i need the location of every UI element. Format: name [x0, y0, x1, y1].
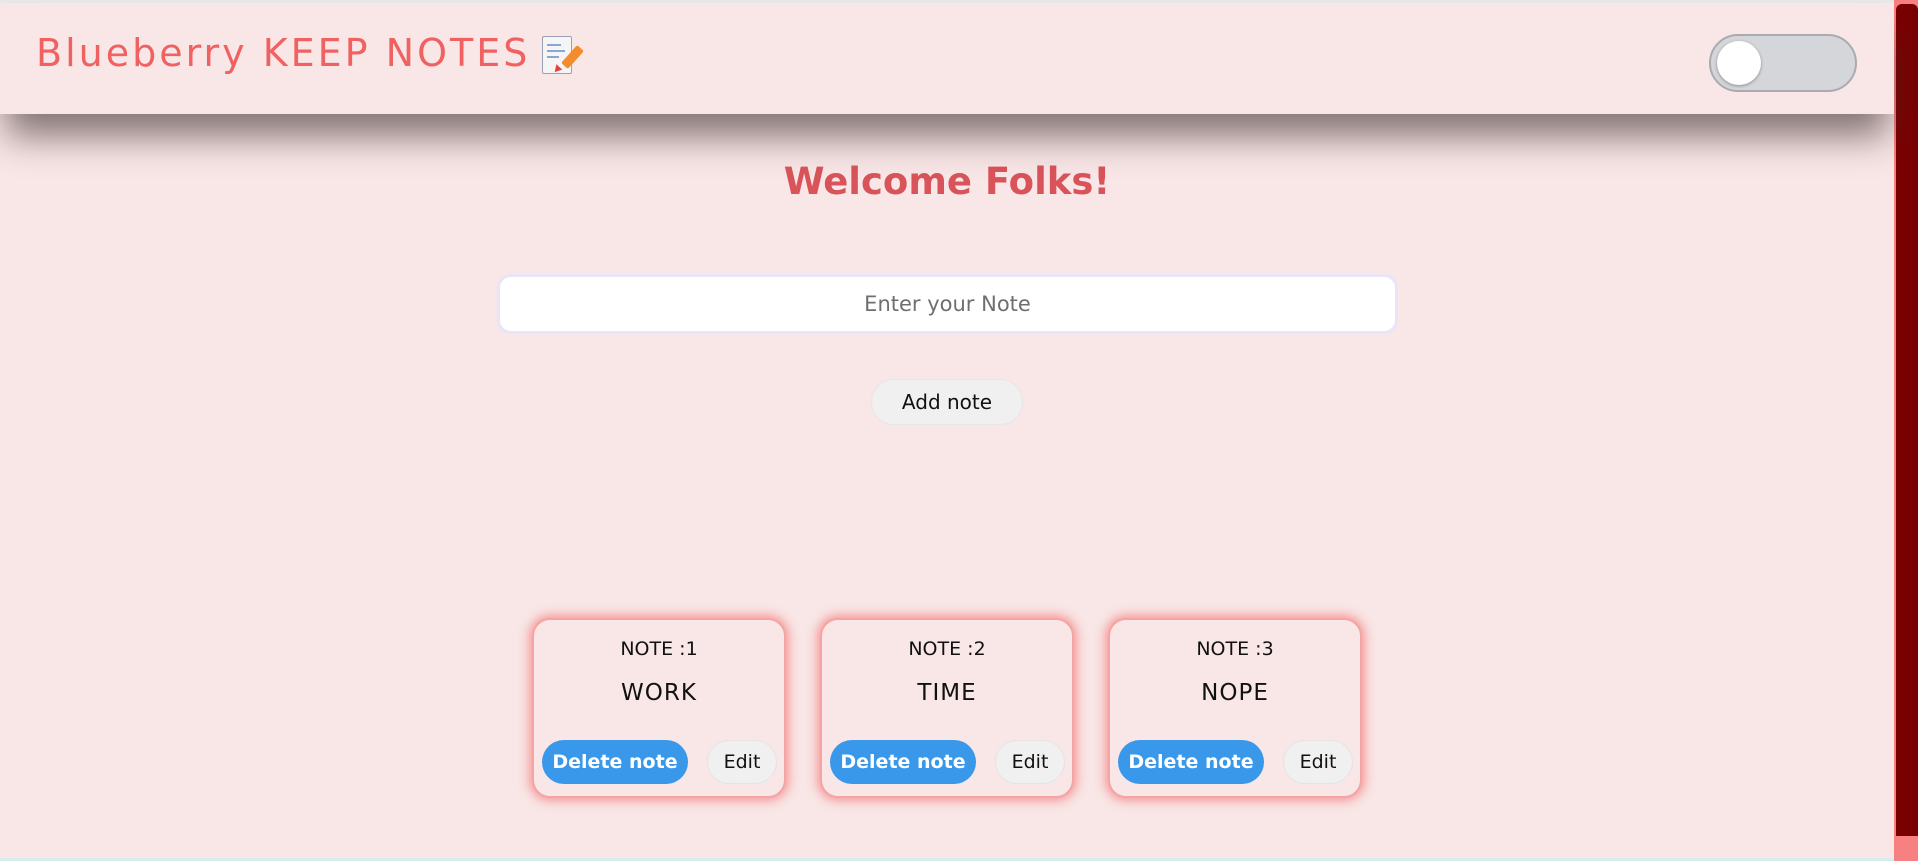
note-number: NOTE :3 — [1196, 638, 1274, 660]
memo-pencil-icon — [542, 36, 585, 75]
note-text: WORK — [621, 680, 697, 706]
delete-note-button[interactable]: Delete note — [1118, 740, 1264, 784]
note-text: TIME — [917, 680, 977, 706]
note-number: NOTE :1 — [620, 638, 698, 660]
brand[interactable]: Blueberry KEEP NOTES — [36, 31, 585, 75]
welcome-heading: Welcome Folks! — [783, 160, 1111, 203]
delete-note-button[interactable]: Delete note — [542, 740, 688, 784]
edit-note-button[interactable]: Edit — [995, 740, 1065, 784]
edit-note-button[interactable]: Edit — [707, 740, 777, 784]
scrollbar-thumb[interactable] — [1896, 4, 1918, 836]
note-card: NOTE :1 WORK Delete note Edit — [532, 618, 786, 798]
page: Blueberry KEEP NOTES Welcome Folks! Add … — [0, 0, 1918, 861]
note-number: NOTE :2 — [908, 638, 986, 660]
theme-toggle[interactable] — [1709, 34, 1857, 92]
delete-note-button[interactable]: Delete note — [830, 740, 976, 784]
edit-note-button[interactable]: Edit — [1283, 740, 1353, 784]
note-card: NOTE :2 TIME Delete note Edit — [820, 618, 1074, 798]
navbar: Blueberry KEEP NOTES — [0, 3, 1894, 114]
note-input[interactable] — [497, 274, 1398, 334]
add-note-button[interactable]: Add note — [871, 379, 1023, 425]
note-text: NOPE — [1201, 680, 1269, 706]
notes-list: NOTE :1 WORK Delete note Edit NOTE :2 TI… — [532, 618, 1362, 798]
brand-title: Blueberry KEEP NOTES — [36, 31, 531, 75]
toggle-knob — [1717, 41, 1761, 85]
note-card: NOTE :3 NOPE Delete note Edit — [1108, 618, 1362, 798]
